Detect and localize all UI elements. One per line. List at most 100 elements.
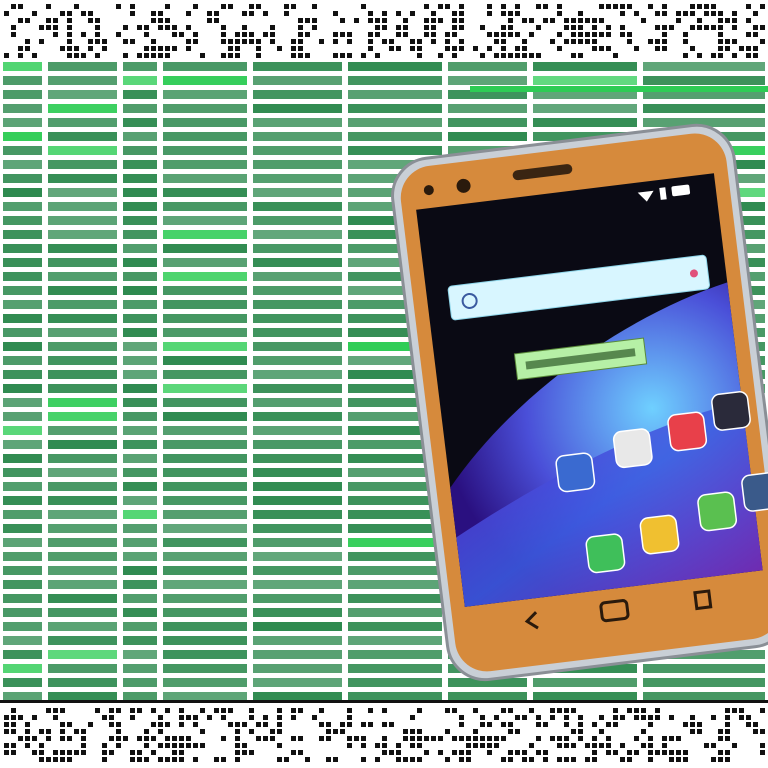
grid-cell: [348, 118, 442, 127]
banner-dot: [515, 729, 520, 734]
banner-dot: [753, 722, 758, 727]
messages-app-icon[interactable]: [639, 514, 680, 555]
banner-dot: [662, 750, 667, 755]
banner-dot: [312, 18, 317, 23]
grid-cell: [163, 552, 247, 561]
store-app-icon[interactable]: [697, 491, 738, 532]
banner-dot: [319, 736, 324, 741]
banner-dot: [746, 18, 751, 23]
banner-dot: [382, 25, 387, 30]
banner-dot: [319, 39, 324, 44]
banner-dot: [249, 4, 254, 9]
banner-dot: [39, 757, 44, 762]
banner-dot: [592, 18, 597, 23]
grid-cell: [348, 566, 442, 575]
banner-dot: [270, 32, 275, 37]
grid-cell: [123, 622, 157, 631]
banner-dot: [452, 53, 457, 58]
grid-cell: [163, 510, 247, 519]
banner-dot: [515, 11, 520, 16]
banner-dot: [641, 708, 646, 713]
banner-dot: [326, 736, 331, 741]
banner-dot: [235, 46, 240, 51]
banner-dot: [186, 39, 191, 44]
banner-dot: [501, 39, 506, 44]
banner-dot: [102, 46, 107, 51]
grid-cell: [48, 426, 117, 435]
banner-dot: [4, 11, 9, 16]
banner-dot: [480, 743, 485, 748]
banner-dot: [235, 736, 240, 741]
grid-cell: [163, 426, 247, 435]
banner-dot: [109, 736, 114, 741]
grid-cell: [3, 622, 42, 631]
banner-dot: [186, 715, 191, 720]
grid-cell: [3, 328, 42, 337]
grid-cell: [3, 524, 42, 533]
banner-dot: [718, 25, 723, 30]
banner-dot: [613, 750, 618, 755]
banner-dot: [494, 53, 499, 58]
banner-dot: [578, 53, 583, 58]
camera-app-icon[interactable]: [741, 471, 768, 512]
banner-dot: [697, 53, 702, 58]
grid-cell: [48, 90, 117, 99]
banner-dot: [11, 750, 16, 755]
banner-dot: [711, 715, 716, 720]
banner-dot: [529, 32, 534, 37]
banner-dot: [718, 46, 723, 51]
banner-dot: [550, 18, 555, 23]
banner-dot: [53, 750, 58, 755]
banner-dot: [403, 18, 408, 23]
settings-app-icon[interactable]: [612, 428, 653, 469]
grid-cell: [253, 272, 342, 281]
banner-dot: [662, 4, 667, 9]
banner-dot: [739, 708, 744, 713]
banner-dot: [81, 32, 86, 37]
banner-dot: [165, 18, 170, 23]
banner-dot: [249, 708, 254, 713]
phone-app-icon[interactable]: [585, 533, 626, 574]
banner-dot: [249, 39, 254, 44]
banner-dot: [704, 11, 709, 16]
banner-dot: [711, 757, 716, 762]
banner-dot: [508, 729, 513, 734]
banner-dot: [620, 32, 625, 37]
banner-dot: [697, 4, 702, 9]
banner-dot: [459, 757, 464, 762]
banner-dot: [347, 722, 352, 727]
banner-dot: [116, 743, 121, 748]
grid-cell: [3, 286, 42, 295]
gallery-app-icon[interactable]: [555, 452, 596, 493]
banner-dot: [158, 25, 163, 30]
grid-cell: [253, 650, 342, 659]
banner-dot: [648, 715, 653, 720]
grid-cell: [123, 440, 157, 449]
grid-cell: [123, 132, 157, 141]
banner-dot: [704, 743, 709, 748]
banner-dot: [445, 757, 450, 762]
banner-dot: [88, 18, 93, 23]
banner-dot: [263, 11, 268, 16]
apps-grid-icon[interactable]: [711, 391, 751, 431]
banner-dot: [599, 32, 604, 37]
grid-cell: [3, 174, 42, 183]
grid-cell: [48, 482, 117, 491]
banner-dot: [137, 750, 142, 755]
banner-dot: [277, 46, 282, 51]
grid-cell: [163, 594, 247, 603]
banner-dot: [508, 722, 513, 727]
grid-cell: [163, 328, 247, 337]
grid-cell: [48, 286, 117, 295]
banner-dot: [711, 11, 716, 16]
banner-dot: [4, 53, 9, 58]
banner-dot: [165, 736, 170, 741]
grid-cell: [123, 90, 157, 99]
grid-cell: [48, 454, 117, 463]
banner-dot: [291, 708, 296, 713]
grid-cell: [163, 440, 247, 449]
grid-cell: [48, 538, 117, 547]
banner-dot: [557, 736, 562, 741]
grid-cell: [123, 160, 157, 169]
news-app-icon[interactable]: [667, 411, 708, 452]
